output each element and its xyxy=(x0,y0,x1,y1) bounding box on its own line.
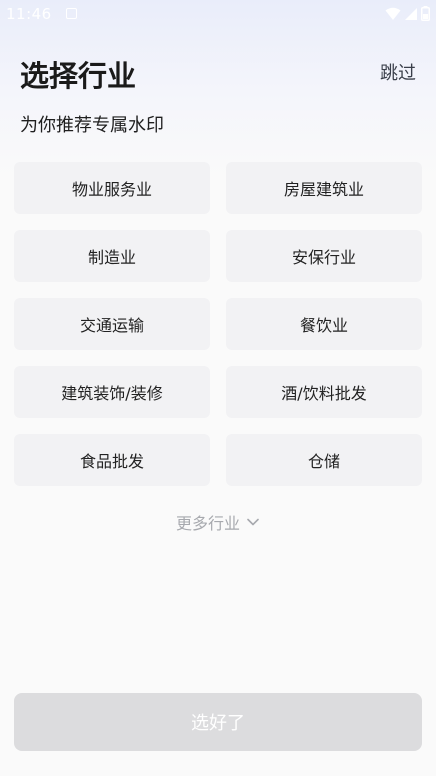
industry-item-building-construction[interactable]: 房屋建筑业 xyxy=(226,162,422,214)
industry-item-property-services[interactable]: 物业服务业 xyxy=(14,162,210,214)
skip-button[interactable]: 跳过 xyxy=(380,59,416,89)
industry-item-manufacturing[interactable]: 制造业 xyxy=(14,230,210,282)
header: 选择行业 跳过 xyxy=(20,56,416,96)
industry-item-beverage-wholesale[interactable]: 酒/饮料批发 xyxy=(226,366,422,418)
status-bar: 11:46 xyxy=(0,0,436,32)
notification-icon xyxy=(66,8,77,19)
signal-icon xyxy=(405,7,417,20)
industry-item-food-wholesale[interactable]: 食品批发 xyxy=(14,434,210,486)
status-time: 11:46 xyxy=(6,5,52,23)
chevron-down-icon xyxy=(247,518,259,526)
industry-item-transportation[interactable]: 交通运输 xyxy=(14,298,210,350)
industry-item-security[interactable]: 安保行业 xyxy=(226,230,422,282)
more-industries-button[interactable]: 更多行业 xyxy=(0,508,436,536)
page-subtitle: 为你推荐专属水印 xyxy=(20,115,164,136)
industry-item-warehousing[interactable]: 仓储 xyxy=(226,434,422,486)
industry-grid: 物业服务业 房屋建筑业 制造业 安保行业 交通运输 餐饮业 建筑装饰/装修 酒/… xyxy=(14,162,422,486)
industry-item-decoration[interactable]: 建筑装饰/装修 xyxy=(14,366,210,418)
industry-item-catering[interactable]: 餐饮业 xyxy=(226,298,422,350)
wifi-icon xyxy=(385,7,401,20)
more-industries-label: 更多行业 xyxy=(175,514,240,533)
status-icons xyxy=(385,6,430,21)
battery-icon xyxy=(421,6,430,21)
confirm-button[interactable]: 选好了 xyxy=(14,693,422,751)
page-title: 选择行业 xyxy=(20,59,137,93)
